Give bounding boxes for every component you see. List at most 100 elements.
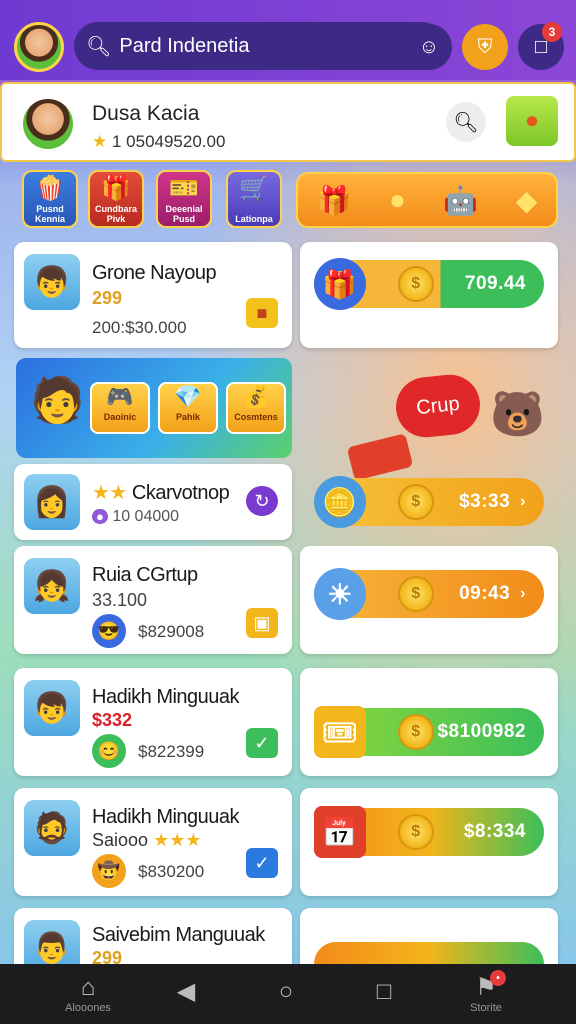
ticket-icon: 🎟 [314,706,366,758]
check-button[interactable]: ✓ [246,728,278,758]
heart-badge: Crup [393,371,483,441]
player-score: Saiooo [92,830,149,850]
category-label: Cundbara Pivk [94,204,137,224]
reward-card-6 [300,908,558,964]
reward-pill[interactable] [314,942,544,964]
popcorn-icon: 🍿 [35,175,65,202]
nav-store[interactable]: ⚑ Storite [446,974,526,1014]
category-tile-4[interactable]: 🛒 Lationpa [226,170,282,228]
player-amount: $829008 [138,622,205,641]
check-icon: ✓ [254,852,270,873]
coin-stack-icon: 🪙 [314,476,366,528]
box-icon: ▣ [253,612,271,633]
reward-value: 709.44 [464,273,526,294]
square-icon: □ [376,978,392,1005]
nav-home[interactable]: ⌂ Alooones [48,974,128,1014]
reward-pill[interactable]: ☀ $ 09:43 › [314,568,544,620]
mini-avatar: 😊 [92,734,126,768]
nav-home-circle[interactable]: ○ [246,978,326,1006]
player-avatar: 🧔 [24,800,80,856]
daily-rewards-strip[interactable]: 🎁 ● 🤖 ◆ [296,172,558,228]
reward-pill[interactable]: 🎁 $ 709.44 [314,258,544,310]
profile-card: Dusa Kacia ★ 1 05049520.00 🔍︎ [0,82,576,162]
shield-button[interactable]: ⛨ [462,24,508,70]
reward-card-1: 🎁 $ 709.44 [300,242,558,348]
coin-icon: $ [398,266,434,302]
robot-icon: 🤖 [443,184,479,216]
player-score-value: 10 04000 [112,508,180,525]
pin-icon: ● [524,107,540,134]
search-button[interactable]: 🔍︎ [446,102,486,142]
player-name: Hadikh Minguuak [92,806,240,828]
check-icon: ✓ [254,732,270,753]
reward-pill[interactable]: 🪙 $ $3:33 › [314,476,544,528]
player-amount: 200:$30.000 [92,318,187,337]
heart-label: Crup [415,392,461,419]
profile-coins: ★ 1 05049520.00 [92,132,225,152]
reward-value: 09:43 [459,583,511,604]
profile-button[interactable]: ☺ [406,24,452,70]
promo-banner[interactable]: 🧑 🎮 Daoinic 💎 Pahik 💰 Cosmtens [16,358,292,458]
player-score-row: Saiooo ★★★ [92,830,202,851]
user-avatar[interactable] [14,22,64,72]
check-button[interactable]: ✓ [246,848,278,878]
banner-tile[interactable]: 💎 Pahik [158,382,218,434]
magnifier-icon: 🔍︎ [453,111,479,134]
calendar-icon: 📅 [314,806,366,858]
chevron-right-icon: › [520,585,526,602]
reward-card-5: 📅 $ $8:334 [300,788,558,896]
player-score: 299 [92,288,123,308]
category-tile-3[interactable]: 🎫 Deeenial Pusd [156,170,212,228]
coin-icon: $ [398,814,434,850]
coin-icon: ● [389,184,406,215]
player-card[interactable]: 👦 Hadikh Minguuak $332 😊 $822399 ✓ [14,668,292,776]
search-text: Pard Indenetia [119,34,250,57]
nav-recents[interactable]: □ [344,978,424,1006]
coin-icon: $ [398,714,434,750]
player-score: $332 [92,710,133,730]
profile-avatar[interactable] [20,96,76,152]
banner-tile[interactable]: 🎮 Daoinic [90,382,150,434]
player-card[interactable]: 👦 Grone Nayoup 299 200:$30.000 ■ [14,242,292,348]
player-card[interactable]: 👨 Saivebim Manguuak 299 [14,908,292,976]
bear-icon: 🐻 [490,390,545,439]
chevron-right-icon: › [520,493,526,510]
profile-name: Dusa Kacia [92,102,200,125]
gift-icon: 🎁 [101,175,131,202]
back-icon: ◀ [176,978,196,1005]
nav-home-label: Alooones [65,1002,111,1014]
reward-value: $8:334 [463,821,526,842]
category-tile-1[interactable]: 🍿 Pusnd Kennia [22,170,78,228]
player-name: Ckarvotnop [131,482,230,504]
search-bar[interactable]: 🔍︎ Pard Indenetia [74,22,446,70]
player-score: 33.100 [92,590,148,610]
nav-back[interactable]: ◀ [146,978,226,1006]
cart-icon: 🛒 [239,175,269,202]
player-name: Hadikh Minguuak [92,686,240,708]
reward-pill[interactable]: 📅 $ $8:334 [314,806,544,858]
banner-tile-label: Pahik [175,412,200,422]
box-button[interactable]: ▣ [246,608,278,638]
banner-tile[interactable]: 💰 Cosmtens [226,382,286,434]
search-icon: 🔍︎ [86,35,112,58]
sun-coin-icon: ☀ [314,568,366,620]
profile-coins-value: 1 05049520.00 [111,132,226,151]
shield-icon: ⛨ [477,35,493,58]
bag-button[interactable]: ■ [246,298,278,328]
reward-value: $3:33 [459,491,511,512]
category-tile-2[interactable]: 🎁 Cundbara Pivk [88,170,144,228]
player-score: ● 10 04000 [92,508,179,526]
star-icon: ★ [92,132,108,151]
player-card[interactable]: 👩 ★★ Ckarvotnop ● 10 04000 ↻ [14,464,292,540]
player-card[interactable]: 👧 Ruia CGrtup 33.100 😎 $829008 ▣ [14,546,292,654]
refresh-button[interactable]: ↻ [246,486,278,516]
player-name: Grone Nayoup [92,262,217,284]
reward-pill[interactable]: 🎟 $ $8100982 [314,706,544,758]
player-card[interactable]: 🧔 Hadikh Minguuak Saiooo ★★★ 🤠 $830200 ✓ [14,788,292,896]
coin-icon: $ [398,484,434,520]
refresh-icon: ↻ [254,490,270,511]
top-bar: 🔍︎ Pard Indenetia ☺ ⛨ □ 3 [0,0,576,80]
pin-button[interactable]: ● [506,96,558,146]
stars-icon: ★★ [92,482,127,504]
home-icon: ⌂ [80,974,96,1001]
